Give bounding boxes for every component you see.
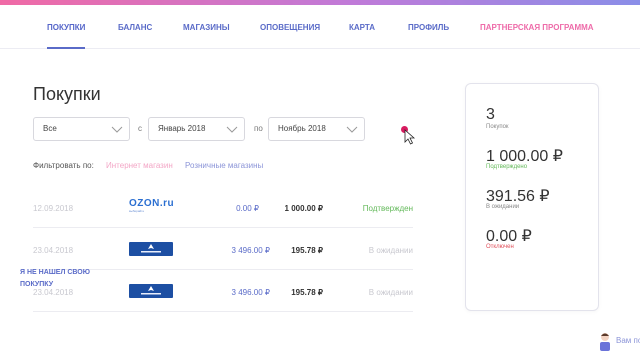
confirmed-value: 1 000.00 ₽ [486, 148, 563, 165]
purchase-cashback: 1 000.00 ₽ [284, 204, 323, 213]
from-label: с [138, 124, 142, 133]
purchase-status: В ожидании [368, 246, 413, 255]
chat-widget-label: Вам по [616, 336, 640, 345]
filter-online-store-link[interactable]: Интернет магазин [106, 161, 173, 170]
chevron-down-icon [226, 126, 238, 133]
chevron-down-icon [111, 126, 123, 133]
pending-label: В ожидании [486, 204, 520, 210]
main-nav: ПОКУПКИ БАЛАНС МАГАЗИНЫ ОПОВЕЩЕНИЯ КАРТА… [0, 5, 640, 49]
purchase-status: Подтвержден [362, 204, 413, 213]
to-month-select[interactable]: Ноябрь 2018 [268, 117, 365, 141]
from-month-select[interactable]: Январь 2018 [148, 117, 245, 141]
purchase-date: 23.04.2018 [33, 246, 74, 255]
ozon-logo-tagline: выбирайте [129, 209, 145, 213]
support-agent-icon [600, 333, 610, 351]
purchase-count-value: 3 [486, 106, 495, 123]
purchase-row[interactable]: 23.04.2018 3 496.00 ₽ 195.78 ₽ В ожидани… [33, 228, 413, 270]
tab-purchases[interactable]: ПОКУПКИ [47, 5, 86, 49]
purchase-status: В ожидании [368, 288, 413, 297]
purchase-amount: 0.00 ₽ [236, 204, 259, 213]
page-title: Покупки [33, 84, 101, 104]
purchase-amount: 3 496.00 ₽ [231, 288, 270, 297]
support-chat-widget[interactable]: Вам по [596, 330, 640, 354]
cancelled-value: 0.00 ₽ [486, 228, 532, 245]
pending-value: 391.56 ₽ [486, 188, 550, 205]
sportmaster-emblem-icon [141, 244, 161, 253]
tab-partner-program[interactable]: ПАРТНЕРСКАЯ ПРОГРАММА [480, 5, 594, 49]
mouse-cursor-icon [404, 129, 416, 145]
ozon-logo: OZON.ru выбирайте [129, 198, 175, 215]
sportmaster-logo [129, 242, 173, 256]
from-month-value: Январь 2018 [158, 124, 206, 133]
summary-card: 3 Покупок 1 000.00 ₽ Подтверждено 391.56… [465, 83, 599, 311]
purchase-cashback: 195.78 ₽ [291, 246, 323, 255]
sportmaster-emblem-icon [141, 286, 161, 295]
filter-label: Фильтровать по: [33, 161, 94, 170]
to-label: по [254, 124, 263, 133]
tab-profile[interactable]: ПРОФИЛЬ [408, 5, 449, 49]
chevron-down-icon [346, 126, 358, 133]
status-select-value: Все [43, 124, 57, 133]
purchase-cashback: 195.78 ₽ [291, 288, 323, 297]
sportmaster-logo [129, 284, 173, 298]
tab-stores[interactable]: МАГАЗИНЫ [183, 5, 230, 49]
status-select[interactable]: Все [33, 117, 130, 141]
filter-retail-store-link[interactable]: Розничные магазины [185, 161, 263, 170]
purchase-date: 12.09.2018 [33, 204, 74, 213]
purchase-amount: 3 496.00 ₽ [231, 246, 270, 255]
to-month-value: Ноябрь 2018 [278, 124, 326, 133]
confirmed-label: Подтверждено [486, 164, 528, 170]
tab-notifications[interactable]: ОПОВЕЩЕНИЯ [260, 5, 320, 49]
tab-map[interactable]: КАРТА [349, 5, 375, 49]
purchase-row[interactable]: 12.09.2018 OZON.ru выбирайте 0.00 ₽ 1 00… [33, 186, 413, 228]
purchase-count-label: Покупок [486, 124, 509, 130]
tab-balance[interactable]: БАЛАНС [118, 5, 152, 49]
purchase-not-found-link[interactable]: Я НЕ НАШЕЛ СВОЮ ПОКУПКУ [20, 267, 110, 291]
ozon-logo-wordmark: OZON.ru [129, 198, 175, 209]
cancelled-label: Отключен [486, 244, 514, 250]
